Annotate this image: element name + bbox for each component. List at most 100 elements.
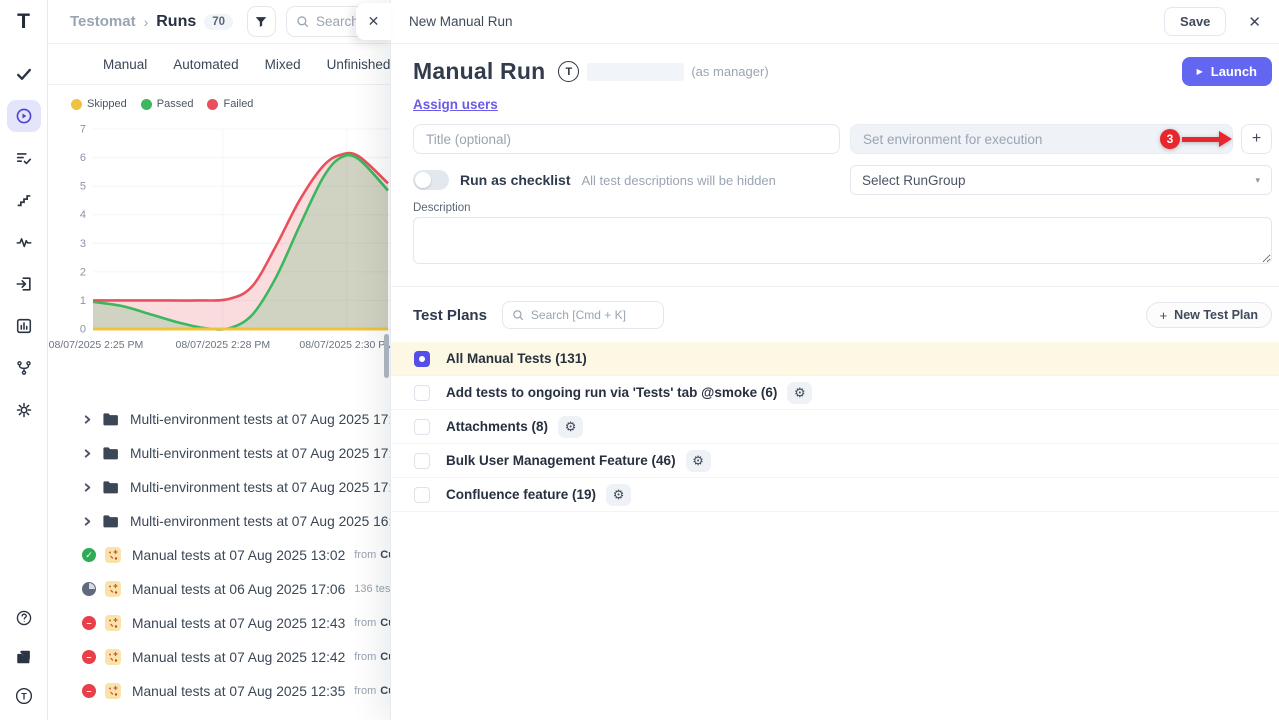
environment-input[interactable] <box>850 124 1233 154</box>
test-plans-search[interactable] <box>502 301 664 329</box>
search-icon <box>512 309 524 321</box>
run-as-checklist-toggle[interactable] <box>413 170 449 190</box>
sidebar-item-pulse[interactable] <box>7 226 41 258</box>
run-folder-row[interactable]: Multi-environment tests at 07 Aug 2025 1… <box>48 402 390 436</box>
manager-avatar: T <box>558 61 579 82</box>
scrollbar-thumb[interactable] <box>384 334 389 378</box>
plan-settings-button[interactable]: ⚙ <box>787 382 812 404</box>
run-row[interactable]: – Manual tests at 07 Aug 2025 12:42 fromCu… <box>48 640 390 674</box>
legend-item-skipped[interactable]: Skipped <box>71 98 127 110</box>
run-title-row: Manual Run T (as manager) ▶ Launch <box>413 57 1272 86</box>
sidebar-item-import[interactable] <box>7 268 41 300</box>
plan-checkbox[interactable] <box>414 419 430 435</box>
chevron-right-icon[interactable] <box>82 482 93 493</box>
chevron-right-icon[interactable] <box>82 448 93 459</box>
rungroup-select[interactable]: Select RunGroup ▾ <box>850 165 1272 195</box>
test-plan-row[interactable]: Add tests to ongoing run via 'Tests' tab… <box>391 376 1279 410</box>
runs-list: Multi-environment tests at 07 Aug 2025 1… <box>48 402 390 708</box>
sidebar-item-help[interactable] <box>7 604 41 632</box>
report-icon <box>15 317 33 335</box>
list-check-icon <box>15 149 33 167</box>
status-failed-icon: – <box>82 616 96 630</box>
panel-close-button[interactable]: ✕ <box>1242 9 1267 35</box>
launch-button[interactable]: ▶ Launch <box>1182 57 1272 86</box>
test-plans-title: Test Plans <box>413 307 487 324</box>
app-logo[interactable]: T <box>17 10 30 34</box>
run-row[interactable]: Manual tests at 06 Aug 2025 17:06136 tes… <box>48 572 390 606</box>
filter-button[interactable] <box>247 6 276 37</box>
run-row[interactable]: ✓Manual tests at 07 Aug 2025 13:02fromCu… <box>48 538 390 572</box>
sidebar-item-test-plans[interactable] <box>7 142 41 174</box>
legend-item-failed[interactable]: Failed <box>207 98 253 110</box>
run-label: Manual tests at 07 Aug 2025 12:43 <box>132 616 345 631</box>
plan-checkbox[interactable] <box>414 487 430 503</box>
run-label: Manual tests at 06 Aug 2025 17:06 <box>132 582 345 597</box>
manual-run-icon <box>105 547 121 563</box>
add-environment-button[interactable]: + <box>1241 124 1272 154</box>
test-plan-row[interactable]: Attachments (8)⚙ <box>391 410 1279 444</box>
run-source: fromCustom <box>354 549 390 561</box>
tab-manual[interactable]: Manual <box>103 57 147 72</box>
plan-settings-button[interactable]: ⚙ <box>686 450 711 472</box>
plan-checkbox[interactable] <box>414 385 430 401</box>
tab-automated[interactable]: Automated <box>173 57 238 72</box>
environment-row: 3 + <box>850 124 1272 154</box>
test-plan-row[interactable]: All Manual Tests (131) <box>391 342 1279 376</box>
new-test-plan-button[interactable]: + New Test Plan <box>1146 302 1272 328</box>
sidebar-item-docs[interactable] <box>7 643 41 671</box>
run-folder-row[interactable]: Multi-environment tests at 07 Aug 2025 1… <box>48 436 390 470</box>
save-button[interactable]: Save <box>1164 7 1226 36</box>
sidebar-item-steps[interactable] <box>7 184 41 216</box>
funnel-icon <box>254 15 268 29</box>
sidebar-item-profile[interactable]: T <box>7 682 41 710</box>
logo-circle-icon: T <box>15 687 33 705</box>
sidebar-item-settings[interactable] <box>7 394 41 426</box>
legend-item-passed[interactable]: Passed <box>141 98 194 110</box>
assign-users-link[interactable]: Assign users <box>413 97 498 112</box>
checklist-row: Run as checklist All test descriptions w… <box>413 165 840 195</box>
legend-dot <box>207 99 218 110</box>
sidebar-item-tests[interactable] <box>7 58 41 90</box>
manual-run-icon <box>105 649 121 665</box>
run-source: fromCustom <box>354 651 390 663</box>
run-folder-row[interactable]: Multi-environment tests at 07 Aug 2025 1… <box>48 470 390 504</box>
runs-tabs: Manual Automated Mixed Unfinished <box>103 57 390 72</box>
plan-checkbox[interactable] <box>414 453 430 469</box>
plan-settings-button[interactable]: ⚙ <box>606 484 631 506</box>
svg-text:08/07/2025 2:25 PM: 08/07/2025 2:25 PM <box>49 339 144 351</box>
plan-checkbox[interactable] <box>414 351 430 367</box>
run-label: Manual tests at 07 Aug 2025 13:02 <box>132 548 345 563</box>
run-title-input[interactable] <box>413 124 840 154</box>
manager-name-redacted <box>587 63 684 81</box>
status-failed-icon: – <box>82 650 96 664</box>
tab-unfinished[interactable]: Unfinished <box>327 57 390 72</box>
run-label: Manual tests at 07 Aug 2025 12:42 <box>132 650 345 665</box>
plan-label: Add tests to ongoing run via 'Tests' tab… <box>446 385 777 400</box>
plan-settings-button[interactable]: ⚙ <box>558 416 583 438</box>
run-label: Multi-environment tests at 07 Aug 2025 1… <box>130 480 390 495</box>
panel-close-tab[interactable]: ✕ <box>356 3 391 40</box>
tab-mixed[interactable]: Mixed <box>265 57 301 72</box>
sidebar-item-analytics[interactable] <box>7 310 41 342</box>
breadcrumb-root[interactable]: Testomat <box>70 13 136 30</box>
chevron-right-icon[interactable] <box>82 414 93 425</box>
description-textarea[interactable] <box>413 217 1272 264</box>
test-plans-search-input[interactable] <box>531 308 654 322</box>
test-plan-row[interactable]: Bulk User Management Feature (46)⚙ <box>391 444 1279 478</box>
test-plan-row[interactable]: Confluence feature (19)⚙ <box>391 478 1279 512</box>
sidebar-item-branches[interactable] <box>7 352 41 384</box>
pulse-icon <box>15 233 33 251</box>
runs-tab-bar: Manual Automated Mixed Unfinished <box>48 44 390 85</box>
sidebar-item-runs[interactable] <box>7 100 41 132</box>
chevron-right-icon[interactable] <box>82 516 93 527</box>
run-label: Multi-environment tests at 07 Aug 2025 1… <box>130 446 390 461</box>
run-row[interactable]: –Manual tests at 07 Aug 2025 12:43fromCu… <box>48 606 390 640</box>
panel-header: New Manual Run Save ✕ <box>391 0 1279 44</box>
check-icon <box>15 65 33 83</box>
docs-icon <box>15 648 33 666</box>
runs-page: Testomat › Runs 70 ManualAutomatedMixedU… <box>48 0 390 720</box>
svg-text:2: 2 <box>80 266 86 278</box>
sidebar-bottom: T <box>7 604 41 710</box>
run-row[interactable]: –Manual tests at 07 Aug 2025 12:35fromCu… <box>48 674 390 708</box>
run-folder-row[interactable]: Multi-environment tests at 07 Aug 2025 1… <box>48 504 390 538</box>
